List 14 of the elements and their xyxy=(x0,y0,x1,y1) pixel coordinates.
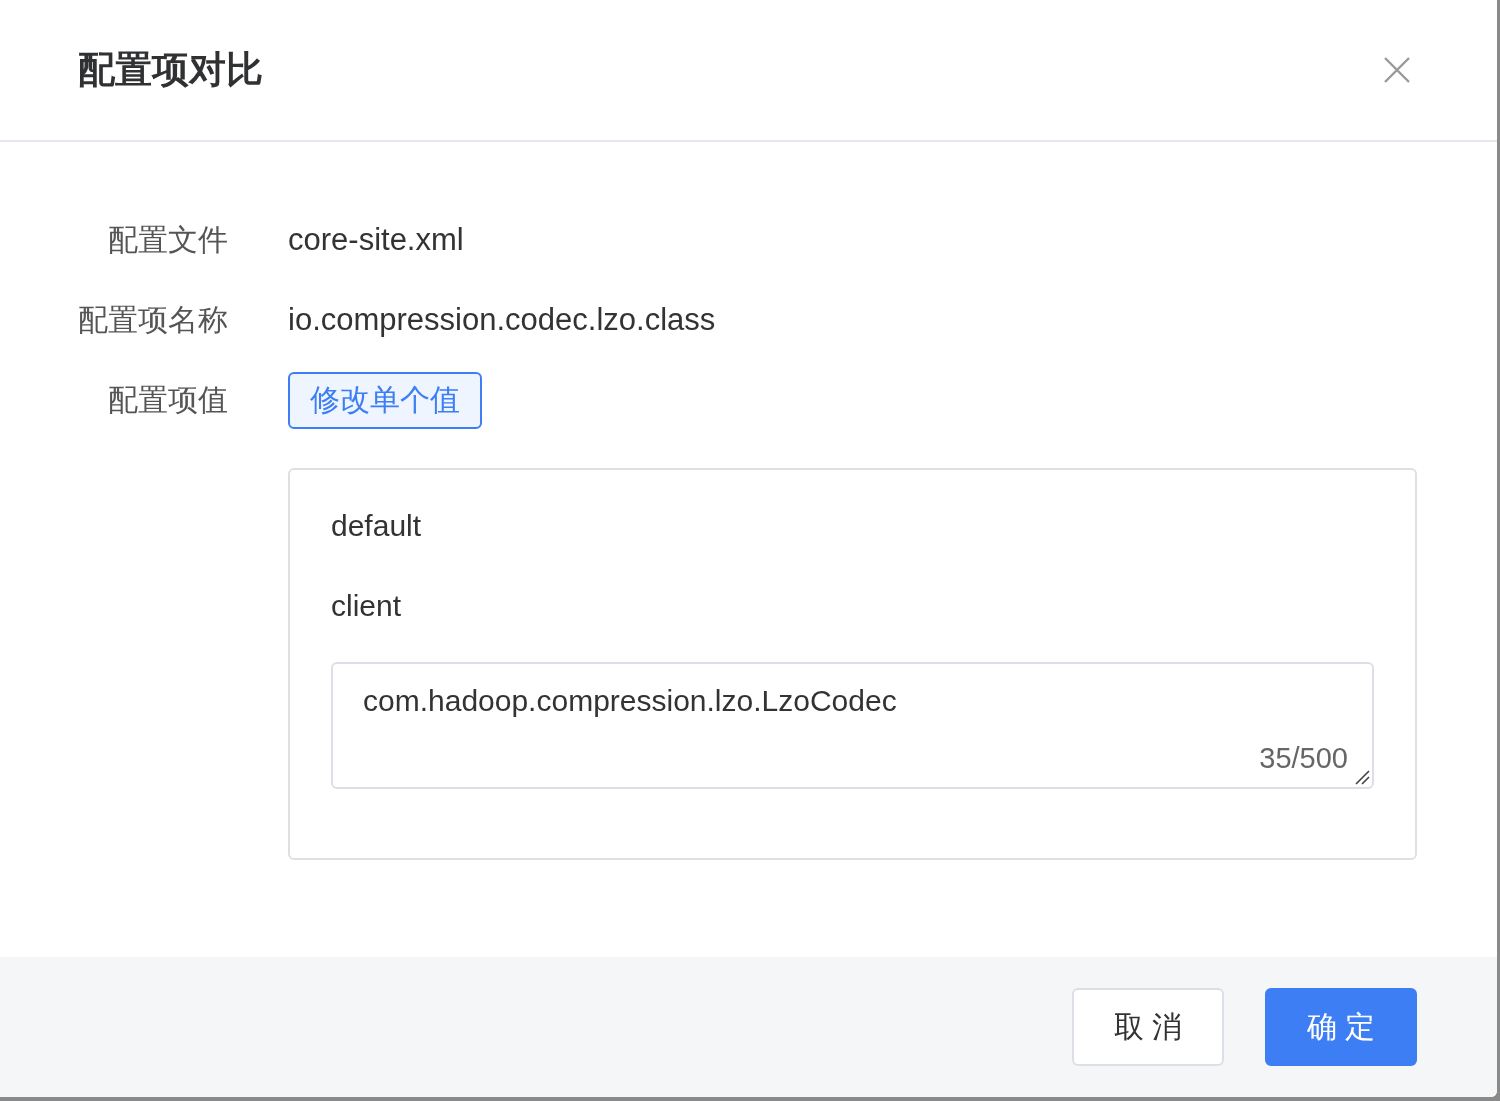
close-icon[interactable] xyxy=(1383,56,1411,84)
confirm-button[interactable]: 确 定 xyxy=(1265,988,1417,1066)
value-textarea[interactable]: com.hadoop.compression.lzo.LzoCodec 35/500 xyxy=(331,662,1374,789)
field-label: 配置项值 xyxy=(107,381,228,418)
group-label: client xyxy=(331,588,403,624)
field-label: 配置项名称 xyxy=(77,301,228,338)
resize-grip-icon[interactable] xyxy=(1354,769,1370,785)
field-value: io.compression.codec.lzo.class xyxy=(288,302,716,338)
cancel-button[interactable]: 取 消 xyxy=(1072,988,1224,1066)
dialog-title: 配置项对比 xyxy=(78,48,263,92)
field-value: core-site.xml xyxy=(288,222,464,258)
field-label: 配置文件 xyxy=(107,221,228,258)
char-counter: 35/500 xyxy=(1259,742,1348,775)
group-label: default xyxy=(331,508,423,544)
